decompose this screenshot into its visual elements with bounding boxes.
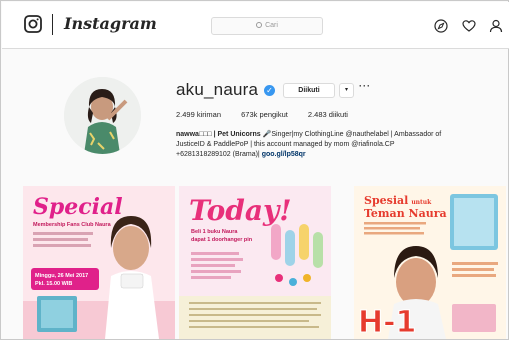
post-1-time: Pkl. 15.00 WIB [35, 281, 72, 287]
profile-username: aku_naura [176, 80, 259, 99]
profile-stats: 2.499 kiriman 673k pengikut 2.483 diikut… [176, 110, 366, 119]
top-nav: Instagram Cari [2, 2, 509, 49]
post-tile-3[interactable]: Spesial untuk Teman Naura H-1 [354, 186, 506, 339]
more-options-button[interactable]: ··· [359, 81, 371, 91]
browser-frame: Instagram Cari aku_naura ✓ Diikuti ▾ ···… [0, 0, 509, 340]
search-icon [256, 22, 263, 29]
following-button[interactable]: Diikuti [283, 83, 335, 98]
bio-phone: +6281318289102 (Brama)| [176, 151, 260, 158]
post-2-line-1: Beli 1 buku Naura [191, 229, 238, 235]
profile-avatar[interactable] [64, 77, 141, 154]
post-3-title-small: untuk [411, 199, 432, 206]
bio-name: nawwa□□□ | Pet Unicorns [176, 131, 263, 138]
post-tile-1[interactable]: Special Membership Fans Club Naura Mingg… [23, 186, 175, 339]
bio-website-link[interactable]: goo.gl/lp58qr [262, 151, 306, 158]
post-1-date: Minggu, 26 Mei 2017 [35, 273, 88, 279]
instagram-camera-icon[interactable] [24, 15, 42, 33]
instagram-wordmark[interactable]: Instagram [64, 14, 157, 33]
posts-count[interactable]: 2.499 kiriman [176, 110, 221, 119]
post-3-title: Spesial [364, 194, 408, 207]
profile-bio: nawwa□□□ | Pet Unicorns 🎤Singer|my Cloth… [176, 130, 496, 160]
logo-divider [52, 14, 53, 35]
activity-heart-icon[interactable] [462, 19, 476, 33]
bio-line-1: nawwa□□□ | Pet Unicorns 🎤Singer|my Cloth… [176, 130, 496, 140]
follow-dropdown-button[interactable]: ▾ [339, 83, 354, 98]
post-2-line-2: dapat 1 doorhanger pin [191, 237, 253, 243]
following-count[interactable]: 2.483 diikuti [308, 110, 348, 119]
bio-line-2: JusticeID & PaddlePoP | this account man… [176, 141, 395, 148]
post-2-title: Today! [189, 194, 292, 227]
search-placeholder: Cari [265, 22, 278, 29]
bio-line-1-text: Singer|my ClothingLine @nauthelabel | Am… [271, 131, 442, 138]
post-3-title-2: Teman Naura [364, 207, 447, 220]
followers-count[interactable]: 673k pengikut [241, 110, 288, 119]
bio-line-3: +6281318289102 (Brama)| goo.gl/lp58qr [176, 150, 496, 160]
post-1-title: Special [33, 194, 123, 220]
explore-compass-icon[interactable] [434, 19, 448, 33]
post-3-countdown: H-1 [358, 305, 416, 339]
post-1-subtitle: Membership Fans Club Naura [33, 222, 112, 228]
post-tile-2[interactable]: Today! Beli 1 buku Naura dapat 1 doorhan… [179, 186, 331, 339]
profile-person-icon[interactable] [489, 19, 503, 33]
search-input[interactable]: Cari [211, 17, 323, 35]
verified-badge-icon: ✓ [264, 85, 275, 96]
